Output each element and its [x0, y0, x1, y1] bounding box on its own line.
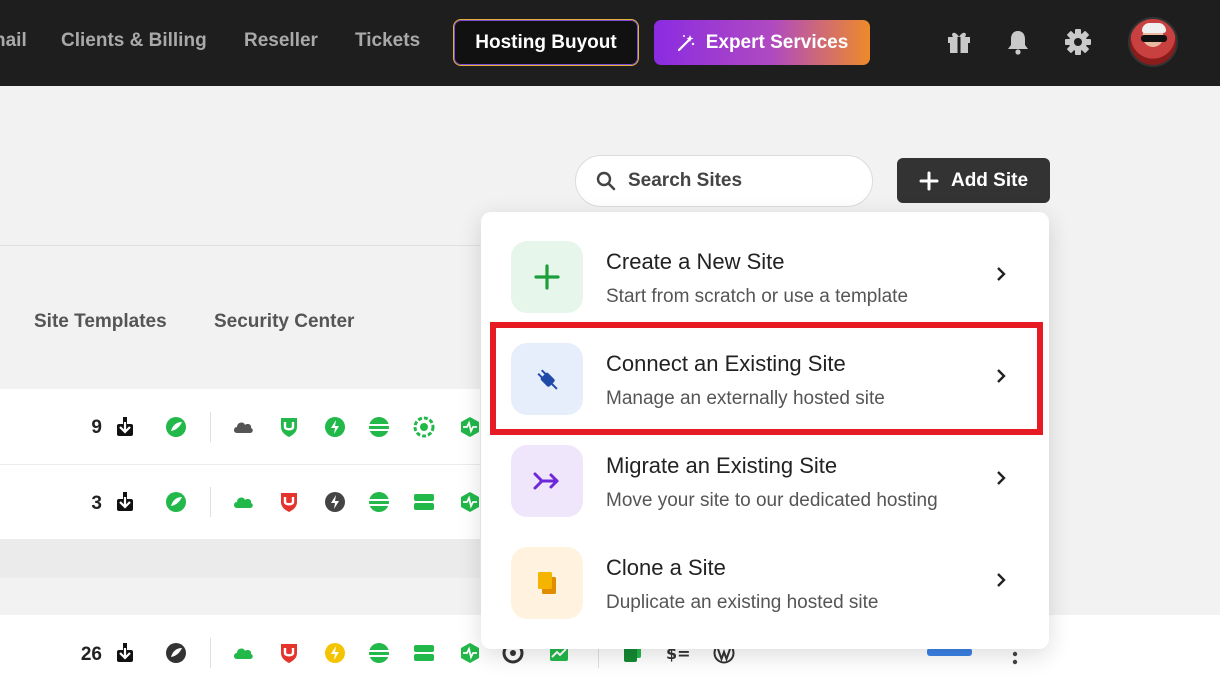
bolt-icon[interactable] — [324, 642, 346, 664]
menu-item-subtitle: Duplicate an existing hosted site — [606, 592, 879, 613]
bolt-icon[interactable] — [324, 491, 346, 513]
tab-security-center[interactable]: Security Center — [214, 311, 354, 333]
column-separator — [210, 412, 211, 442]
table-row[interactable]: 3 — [0, 465, 480, 539]
leaf-status-icon[interactable] — [165, 491, 187, 513]
uptime-icon[interactable] — [459, 416, 481, 438]
server-icon[interactable] — [413, 642, 435, 664]
menu-item-title: Create a New Site — [606, 249, 785, 274]
database-icon[interactable] — [368, 491, 390, 513]
backup-count: 3 — [91, 493, 102, 514]
group-spacer — [0, 539, 480, 577]
server-icon[interactable] — [413, 491, 435, 513]
top-navigation-bar: nail Clients & Billing Reseller Tickets … — [0, 0, 1220, 86]
nav-link-email[interactable]: nail — [0, 30, 27, 52]
gear-icon[interactable] — [1064, 28, 1092, 56]
plus-icon — [534, 264, 560, 290]
menu-item-subtitle: Start from scratch or use a template — [606, 286, 909, 307]
tab-site-templates[interactable]: Site Templates — [34, 311, 167, 333]
table-row[interactable]: 9 — [0, 389, 480, 464]
status-pill[interactable] — [927, 648, 972, 656]
row-divider — [0, 577, 480, 578]
shield-icon[interactable] — [278, 491, 300, 513]
divider — [0, 245, 480, 246]
expert-services-label: Expert Services — [705, 31, 849, 53]
expert-services-button[interactable]: Expert Services — [654, 20, 870, 65]
backup-count: 26 — [80, 644, 102, 665]
cloud-icon[interactable] — [232, 491, 254, 513]
download-icon[interactable] — [114, 642, 136, 664]
copy-icon — [538, 572, 556, 594]
menu-item-create-new-site[interactable]: Create a New Site Start from scratch or … — [481, 212, 1049, 314]
shield-icon[interactable] — [278, 642, 300, 664]
database-icon[interactable] — [368, 642, 390, 664]
magic-wand-icon — [677, 34, 694, 51]
leaf-status-icon[interactable] — [165, 642, 187, 664]
user-avatar[interactable] — [1128, 17, 1178, 67]
download-icon[interactable] — [114, 416, 136, 438]
search-sites-input[interactable]: Search Sites — [575, 155, 873, 207]
plus-icon — [919, 171, 939, 190]
chevron-right-icon — [997, 267, 1006, 281]
create-icon-box — [511, 241, 583, 313]
uptime-icon[interactable] — [459, 642, 481, 664]
backup-count: 9 — [91, 417, 102, 438]
nav-link-clients-billing[interactable]: Clients & Billing — [61, 30, 207, 52]
shield-icon[interactable] — [278, 416, 300, 438]
leaf-status-icon[interactable] — [165, 416, 187, 438]
column-separator — [210, 638, 211, 668]
bolt-icon[interactable] — [324, 416, 346, 438]
download-icon[interactable] — [114, 491, 136, 513]
cloud-icon[interactable] — [232, 416, 254, 438]
hosting-buyout-button[interactable]: Hosting Buyout — [453, 19, 639, 66]
add-site-button[interactable]: Add Site — [897, 158, 1050, 203]
chevron-right-icon — [997, 471, 1006, 485]
menu-item-clone-site[interactable]: Clone a Site Duplicate an existing hoste… — [481, 518, 1049, 620]
chevron-right-icon — [997, 573, 1006, 587]
search-icon — [596, 171, 616, 191]
menu-item-title: Clone a Site — [606, 555, 726, 580]
uptime-icon[interactable] — [459, 491, 481, 513]
migrate-icon-box — [511, 445, 583, 517]
migrate-icon — [533, 472, 559, 490]
bell-icon[interactable] — [1004, 28, 1032, 56]
gift-icon[interactable] — [945, 28, 973, 56]
search-placeholder: Search Sites — [628, 170, 743, 191]
highlight-box — [490, 322, 1043, 435]
database-icon[interactable] — [368, 416, 390, 438]
nav-link-reseller[interactable]: Reseller — [244, 30, 318, 52]
cdn-icon[interactable] — [413, 416, 435, 438]
menu-item-title: Migrate an Existing Site — [606, 453, 838, 478]
clone-icon-box — [511, 547, 583, 619]
cloud-icon[interactable] — [232, 642, 254, 664]
nav-link-tickets[interactable]: Tickets — [355, 30, 420, 52]
add-site-label: Add Site — [950, 169, 1029, 191]
menu-item-subtitle: Move your site to our dedicated hosting — [606, 490, 938, 511]
column-separator — [210, 487, 211, 517]
